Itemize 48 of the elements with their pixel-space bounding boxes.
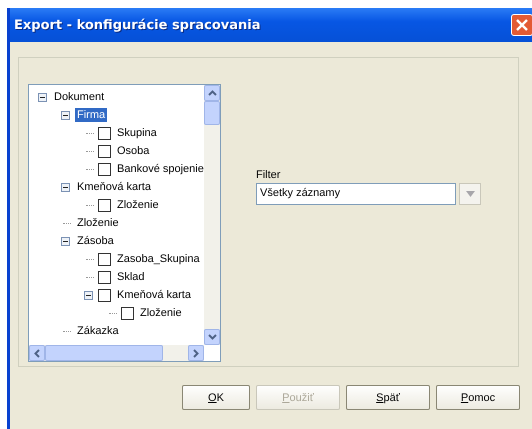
scroll-right-button[interactable] (188, 345, 204, 361)
filter-label: Filter (256, 169, 282, 181)
tree-item[interactable]: Kmeňová karta (75, 180, 153, 194)
checkbox[interactable] (98, 144, 111, 158)
expander-icon[interactable] (60, 182, 70, 192)
tree-item[interactable]: Zloženie (75, 216, 121, 230)
expander-icon[interactable] (38, 92, 46, 102)
chevron-right-icon (193, 348, 199, 358)
dialog-button[interactable]: Späť (346, 385, 430, 410)
checkbox[interactable] (98, 288, 111, 302)
tree-item[interactable]: Zloženie (138, 306, 184, 320)
tree-item[interactable]: Dokument (52, 90, 106, 104)
scroll-thumb[interactable] (204, 101, 220, 125)
tree-item[interactable]: Sklad (115, 270, 147, 284)
checkbox[interactable] (98, 162, 111, 176)
checkbox[interactable] (98, 270, 111, 284)
chevron-up-icon (208, 90, 216, 96)
horizontal-scrollbar[interactable] (29, 345, 204, 361)
expander-icon[interactable] (84, 290, 92, 300)
dialog-button[interactable]: OK (182, 385, 250, 410)
tree-item[interactable]: Osoba (115, 144, 152, 158)
expander-icon[interactable] (60, 110, 70, 120)
chevron-down-icon (208, 334, 216, 340)
triangle-down-icon (466, 191, 474, 197)
tree-item[interactable]: Zasoba_Skupina (115, 252, 202, 266)
scroll-up-button[interactable] (204, 85, 220, 101)
tree-item[interactable]: Zloženie (115, 198, 161, 212)
filter-dropdown[interactable]: Všetky záznamy (256, 183, 456, 205)
vertical-scrollbar[interactable] (204, 85, 220, 345)
tree-item[interactable]: Skupina (115, 126, 159, 140)
tree-item[interactable]: Zásoba (75, 234, 116, 248)
tree-item[interactable]: Kmeňová karta (115, 288, 193, 302)
checkbox[interactable] (98, 198, 111, 212)
dialog-button[interactable]: Pomoc (436, 385, 520, 410)
checkbox[interactable] (98, 252, 111, 266)
chevron-left-icon (34, 348, 40, 358)
checkbox[interactable] (121, 306, 134, 320)
tree-item[interactable]: Zákazka (75, 324, 121, 338)
scroll-down-button[interactable] (204, 329, 220, 345)
expander-icon[interactable] (60, 236, 70, 246)
window-title: Export - konfigurácie spracovania (14, 18, 261, 32)
tree-item[interactable]: Firma (75, 108, 108, 122)
close-icon (515, 18, 529, 32)
tree-item[interactable]: Bankové spojenie (115, 162, 204, 176)
checkbox[interactable] (98, 126, 111, 140)
close-button[interactable] (511, 14, 532, 36)
scroll-left-button[interactable] (29, 345, 45, 361)
scroll-thumb[interactable] (45, 345, 163, 361)
